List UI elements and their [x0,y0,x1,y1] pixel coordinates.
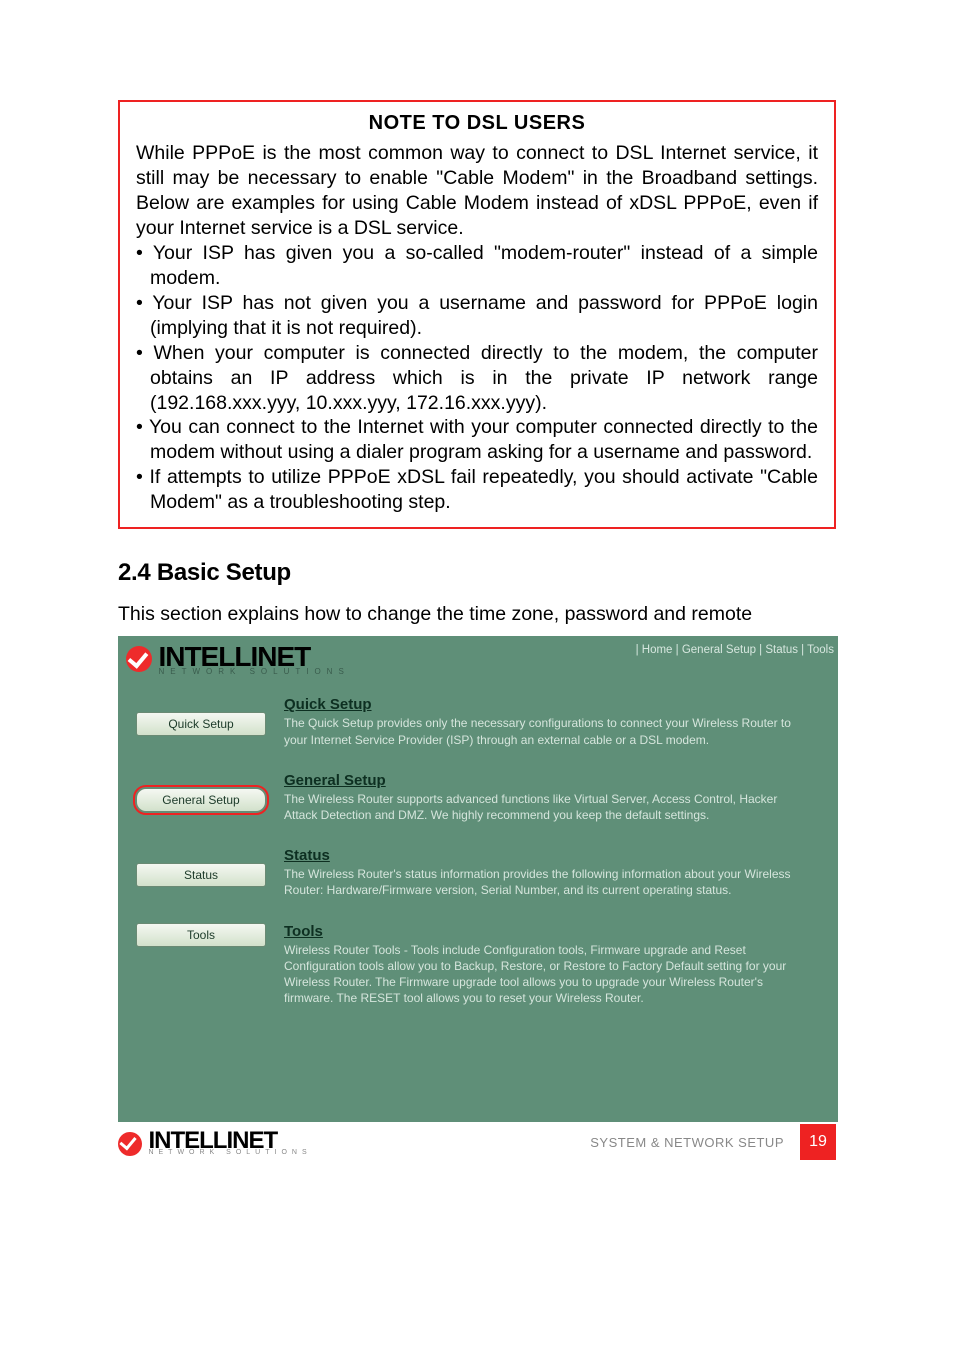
footer-section-label: SYSTEM & NETWORK SETUP [590,1135,784,1150]
note-bullet: Your ISP has not given you a username an… [136,291,818,341]
footer-page-number: 19 [800,1124,836,1160]
quick-setup-button[interactable]: Quick Setup [136,712,266,736]
router-top-nav[interactable]: | Home | General Setup | Status | Tools [636,642,834,656]
note-intro: While PPPoE is the most common way to co… [136,141,818,241]
tools-desc: Wireless Router Tools - Tools include Co… [284,942,810,1007]
footer-brand: INTELLINET [148,1130,311,1152]
section-intro: This section explains how to change the … [118,603,836,626]
note-bullet: You can connect to the Internet with you… [136,415,818,465]
tools-button[interactable]: Tools [136,923,266,947]
checkmark-icon [118,1132,142,1156]
router-row-status: Status Status The Wireless Router's stat… [136,847,820,898]
note-bullet: When your computer is connected directly… [136,341,818,416]
checkmark-icon [126,646,152,672]
status-title[interactable]: Status [284,847,810,864]
router-admin-screenshot: INTELLINET NETWORK SOLUTIONS | Home | Ge… [118,636,838,1122]
note-to-dsl-users-box: NOTE TO DSL USERS While PPPoE is the mos… [118,100,836,529]
router-row-tools: Tools Tools Wireless Router Tools - Tool… [136,923,820,1007]
router-body: Quick Setup Quick Setup The Quick Setup … [118,676,838,1006]
router-logo: INTELLINET NETWORK SOLUTIONS [126,642,350,676]
general-setup-button[interactable]: General Setup [136,788,266,812]
footer-brand-sub: NETWORK SOLUTIONS [148,1149,311,1156]
quick-setup-desc: The Quick Setup provides only the necess… [284,715,810,747]
note-bullet: Your ISP has given you a so-called "mode… [136,241,818,291]
note-title: NOTE TO DSL USERS [136,112,818,135]
status-desc: The Wireless Router's status information… [284,866,810,898]
router-row-general-setup: General Setup General Setup The Wireless… [136,772,820,823]
router-row-quick-setup: Quick Setup Quick Setup The Quick Setup … [136,696,820,747]
footer-logo: INTELLINET NETWORK SOLUTIONS [118,1128,312,1157]
section-heading: 2.4 Basic Setup [118,559,836,587]
note-bullet: If attempts to utilize PPPoE xDSL fail r… [136,465,818,515]
general-setup-desc: The Wireless Router supports advanced fu… [284,791,810,823]
quick-setup-title[interactable]: Quick Setup [284,696,810,713]
status-button[interactable]: Status [136,863,266,887]
general-setup-title[interactable]: General Setup [284,772,810,789]
tools-title[interactable]: Tools [284,923,810,940]
router-brand: INTELLINET [158,644,349,669]
note-bullet-list: Your ISP has given you a so-called "mode… [136,241,818,515]
router-nav-text[interactable]: | Home | General Setup | Status | Tools [636,644,834,656]
page-footer: INTELLINET NETWORK SOLUTIONS SYSTEM & NE… [118,1124,836,1160]
router-header: INTELLINET NETWORK SOLUTIONS | Home | Ge… [118,636,838,676]
router-brand-sub: NETWORK SOLUTIONS [158,667,349,676]
